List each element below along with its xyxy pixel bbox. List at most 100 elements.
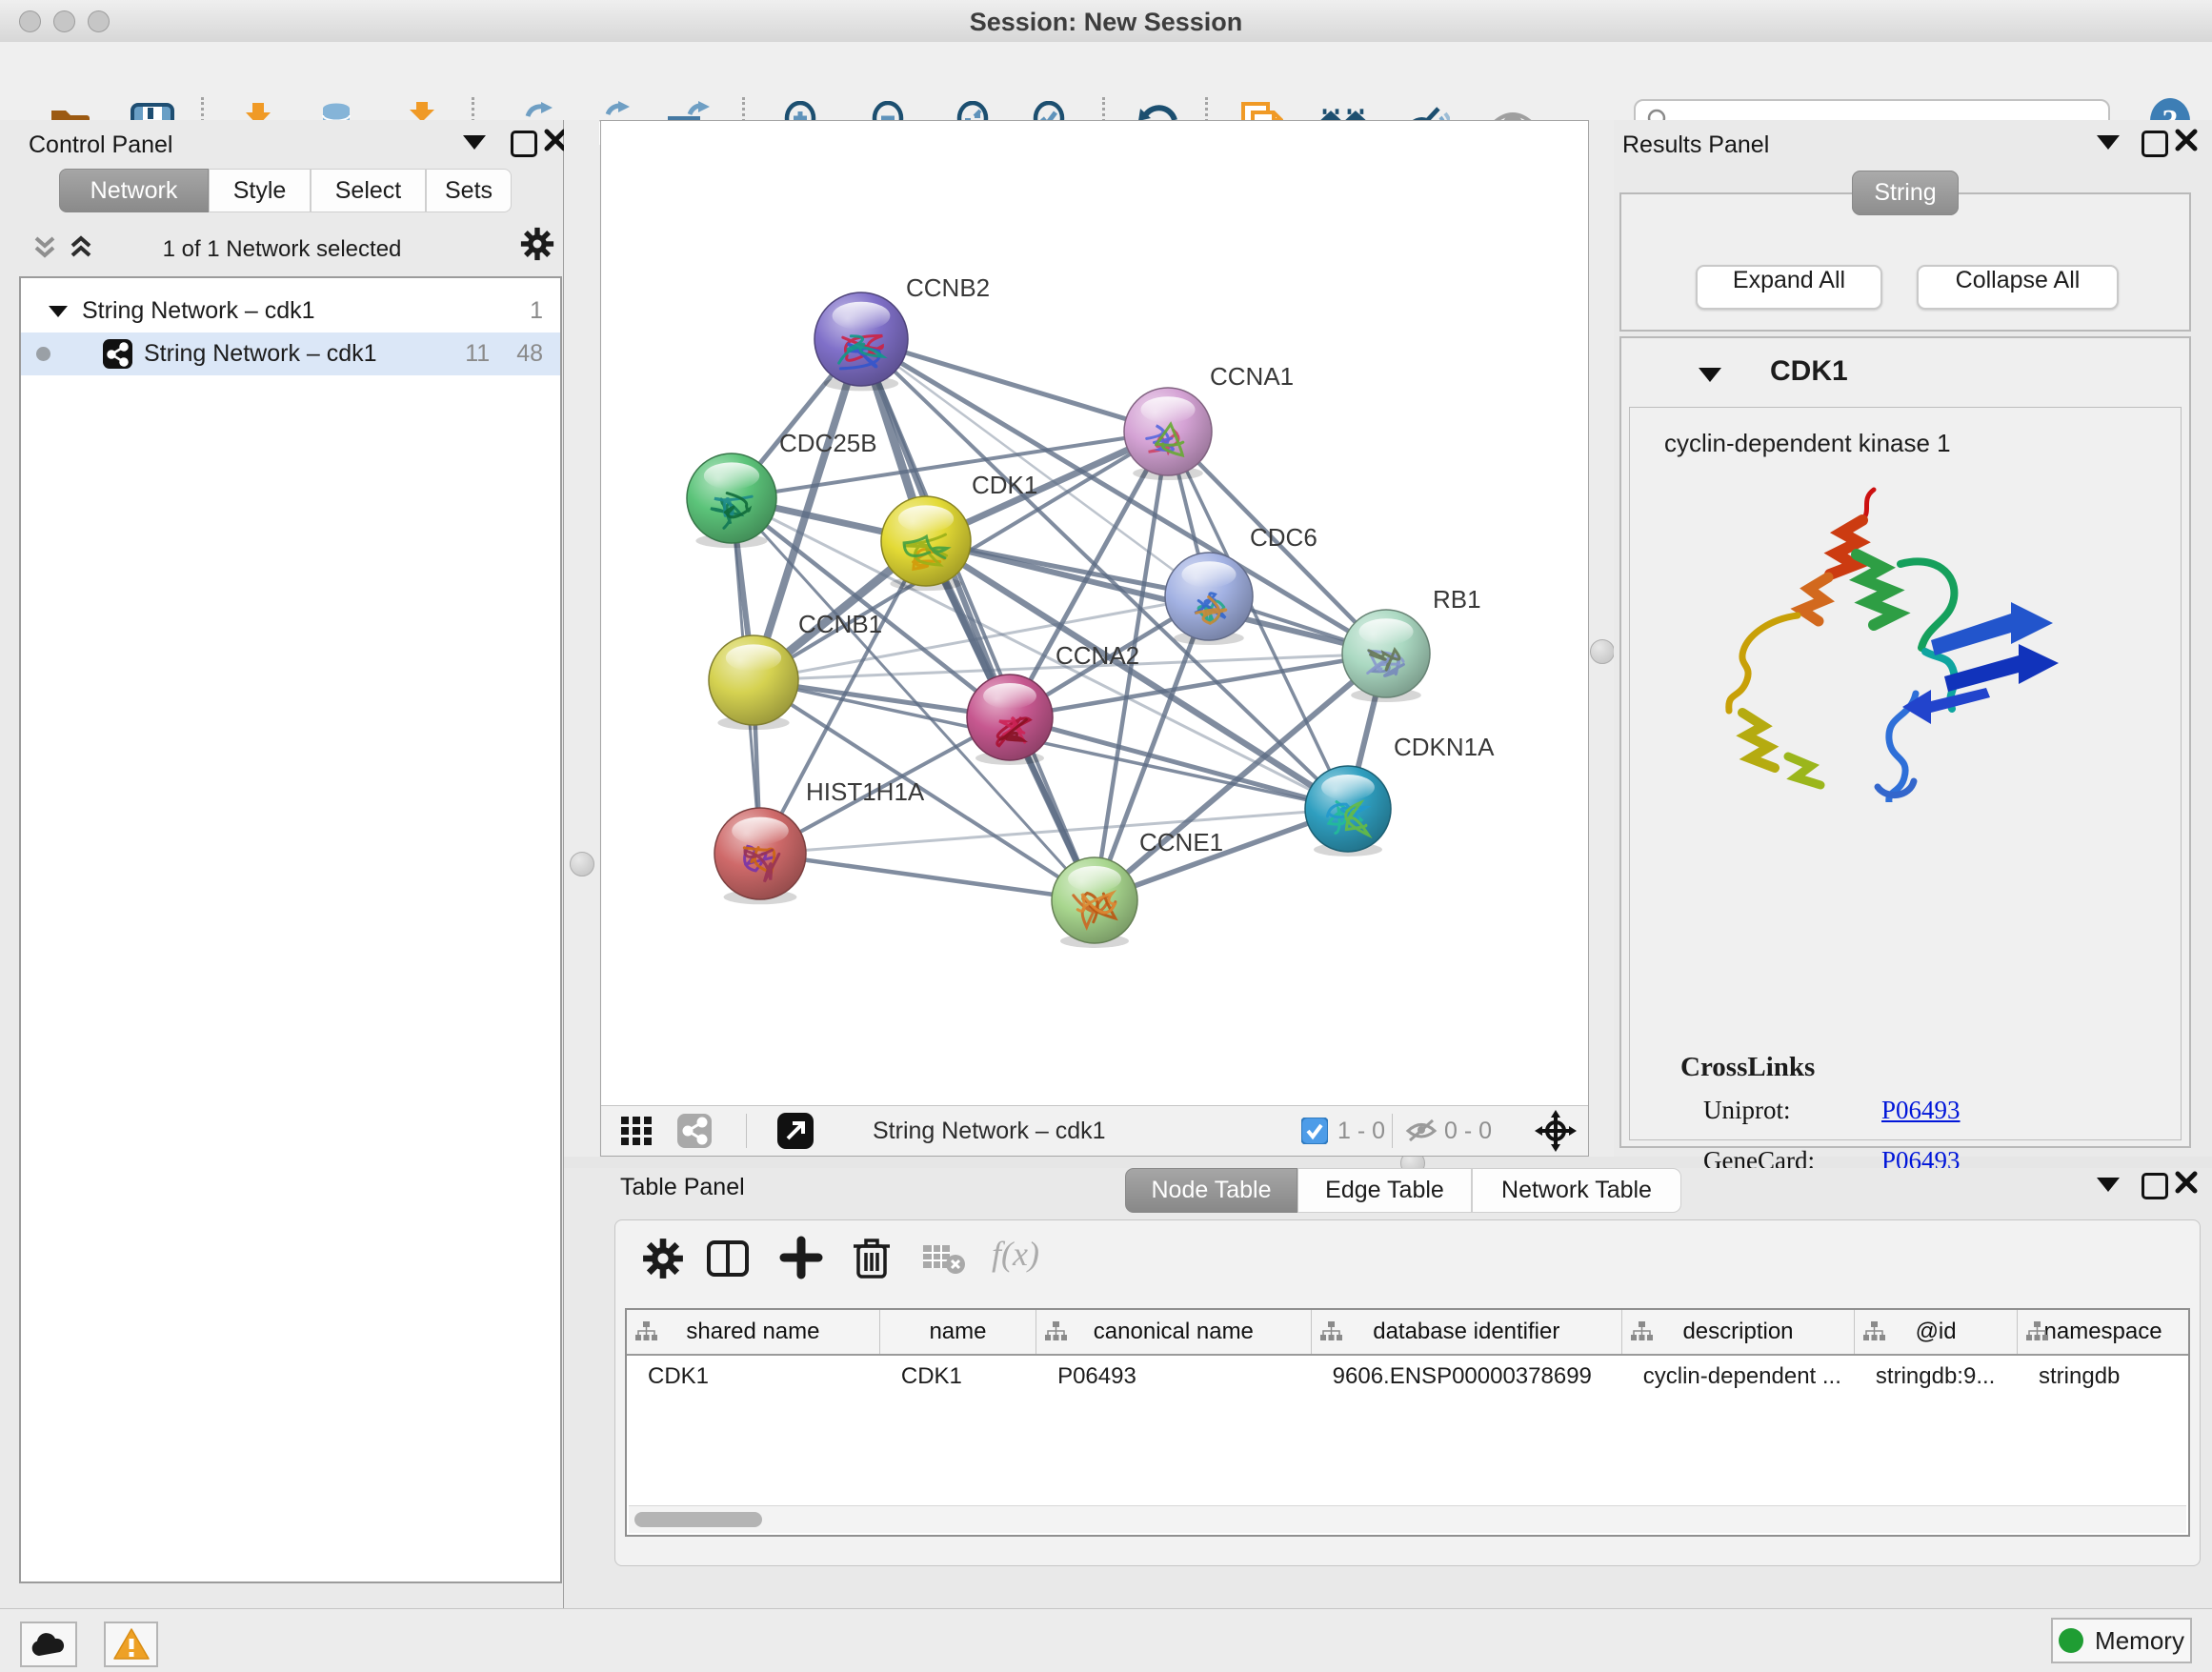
network-selection-status: 1 of 1 Network selected	[0, 236, 564, 263]
network-tree-root-row[interactable]: String Network – cdk1 1	[21, 290, 560, 332]
tree-item-edge-count: 48	[516, 340, 543, 368]
network-edge-CCNB2-CCNE1[interactable]	[861, 339, 1095, 900]
gene-collapse-icon[interactable]	[1698, 365, 1722, 384]
crosslinks-heading: CrossLinks	[1680, 1052, 1815, 1083]
node-label-CDKN1A: CDKN1A	[1394, 733, 1495, 761]
pan-crosshair-icon[interactable]	[1535, 1110, 1577, 1152]
network-node-HIST1H1A[interactable]	[714, 808, 806, 904]
network-node-CDKN1A[interactable]	[1305, 766, 1391, 856]
table-panel-menu-icon[interactable]	[2097, 1178, 2120, 1192]
table-header-row: shared name name canonical name database…	[627, 1310, 2188, 1356]
selected-checkbox-icon[interactable]	[1301, 1118, 1328, 1144]
table-row[interactable]: CDK1 CDK1 P06493 9606.ENSP00000378699 cy…	[627, 1356, 2188, 1398]
node-label-CCNB1: CCNB1	[798, 610, 882, 638]
cytoscape-window: { "window": { "title": "Session: New Ses…	[0, 0, 2212, 1671]
network-node-CCNA1[interactable]	[1124, 388, 1212, 480]
node-label-HIST1H1A: HIST1H1A	[806, 777, 925, 806]
node-table[interactable]: shared name name canonical name database…	[625, 1308, 2190, 1537]
network-node-CDC6[interactable]	[1165, 553, 1253, 645]
tree-root-label: String Network – cdk1	[82, 297, 315, 325]
open-in-window-icon[interactable]	[777, 1113, 814, 1149]
results-panel-menu-icon[interactable]	[2097, 135, 2120, 150]
column-header[interactable]: name	[880, 1310, 1036, 1354]
expand-all-button[interactable]: Expand All	[1696, 265, 1882, 310]
control-panel-menu-icon[interactable]	[463, 135, 486, 150]
crosslink-uniprot-link[interactable]: P06493	[1881, 1096, 1961, 1125]
collapse-all-button[interactable]: Collapse All	[1917, 265, 2119, 310]
network-status-dot	[36, 347, 50, 361]
tab-sets[interactable]: Sets	[426, 169, 512, 212]
bottom-splitter[interactable]	[564, 1157, 2212, 1168]
network-node-CCNE1[interactable]	[1052, 857, 1137, 948]
right-splitter[interactable]	[1589, 120, 1614, 1157]
node-label-CDK1: CDK1	[972, 471, 1037, 499]
toolbar-separator	[1392, 1114, 1393, 1148]
network-node-CCNA2[interactable]	[967, 675, 1053, 765]
column-header[interactable]: shared name	[627, 1310, 880, 1354]
network-edge-CCNB2-RB1[interactable]	[861, 339, 1386, 654]
left-splitter-handle[interactable]	[570, 852, 594, 876]
tree-expander-icon[interactable]	[48, 303, 69, 320]
tab-string[interactable]: String	[1852, 171, 1959, 215]
control-panel: Control Panel Network Style Select Sets …	[0, 120, 564, 1608]
left-splitter[interactable]	[564, 120, 599, 1157]
warnings-button[interactable]	[104, 1622, 158, 1667]
right-splitter-handle[interactable]	[1590, 639, 1615, 664]
node-label-CCNB2: CCNB2	[906, 273, 990, 302]
table-panel-close-icon[interactable]	[2174, 1170, 2199, 1195]
network-view-toolbar: String Network – cdk1 1 - 0 0 - 0	[601, 1105, 1588, 1156]
function-builder-icon: f(x)	[992, 1234, 1039, 1274]
horizontal-scrollbar[interactable]	[629, 1505, 2186, 1533]
string-network-icon	[103, 339, 132, 369]
gene-description: cyclin-dependent kinase 1	[1664, 429, 1951, 458]
tab-select[interactable]: Select	[311, 169, 426, 212]
network-tree-item-row[interactable]: String Network – cdk1 11 48	[21, 332, 560, 375]
column-header[interactable]: namespace	[2018, 1310, 2188, 1354]
table-container: f(x) shared name name canonical name dat…	[614, 1219, 2201, 1566]
table-panel-float-icon[interactable]	[2142, 1173, 2168, 1199]
network-node-CCNB1[interactable]	[709, 635, 798, 730]
gene-name: CDK1	[1770, 355, 1848, 388]
create-column-icon[interactable]	[779, 1236, 823, 1279]
column-header[interactable]: canonical name	[1036, 1310, 1312, 1354]
cloud-icon	[30, 1631, 68, 1658]
results-panel-close-icon[interactable]	[2174, 128, 2199, 152]
gene-section-box: CDK1 cyclin-dependent kinase 1	[1619, 336, 2191, 1148]
column-header[interactable]: @id	[1855, 1310, 2018, 1354]
birdseye-grid-icon[interactable]	[620, 1116, 653, 1146]
results-panel-float-icon[interactable]	[2142, 131, 2168, 157]
tab-style[interactable]: Style	[209, 169, 311, 212]
show-columns-icon[interactable]	[706, 1238, 750, 1279]
scrollbar-thumb[interactable]	[634, 1512, 762, 1527]
control-panel-float-icon[interactable]	[511, 131, 537, 157]
memory-button[interactable]: Memory	[2051, 1618, 2192, 1663]
status-bar: Memory	[0, 1608, 2212, 1672]
tab-network[interactable]: Network	[59, 169, 209, 212]
network-options-gear-icon[interactable]	[520, 227, 554, 261]
tab-node-table[interactable]: Node Table	[1125, 1168, 1297, 1213]
column-header[interactable]: description	[1622, 1310, 1855, 1354]
network-tree: String Network – cdk1 1 String Network –…	[19, 276, 562, 1583]
node-label-CCNA2: CCNA2	[1056, 641, 1139, 670]
window-title: Session: New Session	[0, 8, 2212, 37]
selected-count: 1 - 0	[1337, 1118, 1385, 1145]
hidden-count: 0 - 0	[1444, 1118, 1492, 1145]
node-label-CDC25B: CDC25B	[779, 429, 877, 457]
cloud-button[interactable]	[20, 1622, 77, 1667]
delete-table-icon	[922, 1243, 966, 1276]
tree-item-node-count: 11	[465, 340, 490, 368]
network-canvas[interactable]: CCNB2CCNA1CDC25BCDK1CDC6RB1CCNB1CCNA2CDK…	[601, 121, 1588, 1106]
tab-network-table[interactable]: Network Table	[1472, 1168, 1681, 1213]
delete-column-icon[interactable]	[852, 1235, 892, 1279]
results-panel: Results Panel String Expand All Collapse…	[1614, 120, 2212, 1157]
control-panel-title: Control Panel	[29, 131, 172, 159]
node-label-CCNE1: CCNE1	[1139, 828, 1223, 856]
tab-edge-table[interactable]: Edge Table	[1297, 1168, 1472, 1213]
network-edge-HIST1H1A-CCNE1[interactable]	[760, 854, 1095, 900]
toolbar-separator	[746, 1114, 747, 1148]
table-settings-gear-icon[interactable]	[642, 1238, 684, 1279]
network-share-icon[interactable]	[677, 1114, 712, 1148]
column-header[interactable]: database identifier	[1312, 1310, 1622, 1354]
table-panel: Table Panel f(x) shared name	[564, 1168, 2212, 1608]
network-node-RB1[interactable]	[1342, 610, 1430, 702]
